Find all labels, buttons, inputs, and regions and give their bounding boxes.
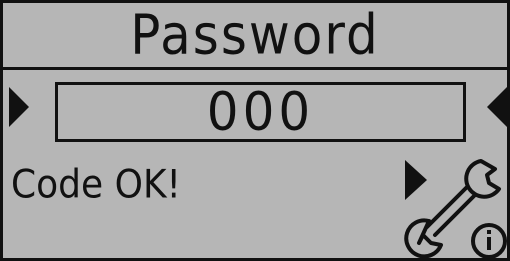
password-code-field[interactable]: 000 — [55, 82, 466, 142]
wrench-info-icon[interactable] — [401, 153, 510, 261]
password-code-value: 000 — [206, 81, 315, 143]
left-arrow-icon[interactable] — [9, 87, 29, 127]
status-message: Code OK! — [11, 162, 181, 208]
lcd-screen: Password 000 Code OK! — [0, 0, 510, 261]
header: Password — [3, 3, 507, 70]
page-title: Password — [130, 3, 380, 67]
right-arrow-icon[interactable] — [487, 87, 507, 127]
